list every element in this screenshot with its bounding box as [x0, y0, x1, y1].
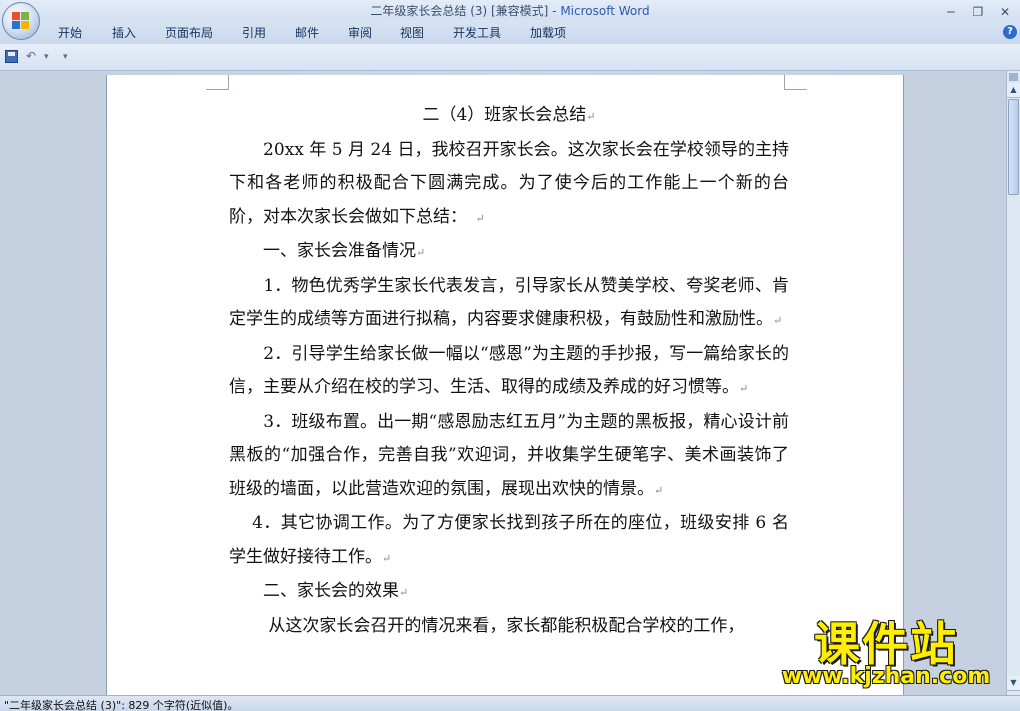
section-heading-effect: 二、家长会的效果↵ [229, 581, 409, 601]
document-title: 二年级家长会总结 (3) [兼容模式] - [370, 4, 561, 18]
undo-dropdown-icon[interactable]: ▾ [44, 52, 49, 62]
close-button[interactable]: ✕ [994, 4, 1016, 21]
document-heading: 二（4）班家长会总结↵ [422, 105, 596, 125]
document-page[interactable]: 二（4）班家长会总结↵ 20xx 年 5 月 24 日，我校召开家长会。这次家长… [106, 75, 904, 695]
ruler-toggle-icon[interactable] [1009, 73, 1018, 81]
document-body[interactable]: 二（4）班家长会总结↵ 20xx 年 5 月 24 日，我校召开家长会。这次家长… [229, 99, 789, 643]
paragraph-effect: 从这次家长会召开的情况来看，家长都能积极配合学校的工作， [229, 615, 745, 636]
ribbon-tab-bar: 开始 插入 页面布局 引用 邮件 审阅 视图 开发工具 加载项 ? [0, 20, 1020, 44]
undo-icon[interactable]: ↶ [26, 49, 36, 63]
customize-toolbar-icon[interactable]: ▾ [63, 52, 68, 62]
tab-home[interactable]: 开始 [58, 24, 82, 41]
paragraph-mark: ↵ [399, 586, 409, 599]
paragraph-item-2: 2．引导学生给家长做一幅以“感恩”为主题的手抄报，写一篇给家长的信，主要从介绍在… [229, 343, 789, 398]
watermark-logo: 课件站 www.kjzhan.com [768, 608, 1004, 690]
paragraph-mark: ↵ [416, 246, 426, 259]
watermark-url: www.kjzhan.com [781, 664, 991, 689]
paragraph-item-4: 4．其它协调工作。为了方便家长找到孩子所在的座位，班级安排 6 名学生做好接待工… [229, 513, 789, 567]
scroll-up-icon[interactable]: ▲ [1007, 83, 1020, 98]
crop-mark-top-right [784, 75, 807, 90]
tab-insert[interactable]: 插入 [112, 24, 136, 41]
tab-page-layout[interactable]: 页面布局 [165, 24, 213, 41]
title-bar: 二年级家长会总结 (3) [兼容模式] - Microsoft Word ─ ❐… [0, 0, 1020, 20]
word-window: 二年级家长会总结 (3) [兼容模式] - Microsoft Word ─ ❐… [0, 0, 1020, 711]
paragraph-intro: 20xx 年 5 月 24 日，我校召开家长会。这次家长会在学校领导的主持下和各… [229, 139, 789, 227]
tab-references[interactable]: 引用 [242, 24, 266, 41]
office-button[interactable] [2, 2, 40, 40]
paragraph-mark: ↵ [586, 110, 596, 123]
document-workspace: 二（4）班家长会总结↵ 20xx 年 5 月 24 日，我校召开家长会。这次家长… [0, 71, 1006, 695]
restore-button[interactable]: ❐ [967, 4, 989, 21]
paragraph-item-1: 1．物色优秀学生家长代表发言，引导家长从赞美学校、夸奖老师、肯定学生的成绩等方面… [229, 275, 789, 330]
save-icon[interactable] [5, 50, 18, 63]
section-heading-preparation: 一、家长会准备情况↵ [229, 241, 426, 261]
scroll-thumb[interactable] [1008, 99, 1019, 195]
app-name: Microsoft Word [560, 4, 650, 18]
help-icon[interactable]: ? [1003, 25, 1017, 39]
tab-review[interactable]: 审阅 [348, 24, 372, 41]
word-count-status[interactable]: "二年级家长会总结 (3)": 829 个字符(近似值)。 [4, 697, 238, 711]
paragraph-mark: ↵ [475, 211, 485, 225]
office-logo-icon [12, 12, 30, 30]
paragraph-mark: ↵ [382, 551, 392, 565]
quick-access-toolbar: ↶ ▾ ▾ [0, 44, 1020, 71]
tab-view[interactable]: 视图 [400, 24, 424, 41]
window-controls: ─ ❐ ✕ [940, 1, 1016, 19]
paragraph-item-3: 3．班级布置。出一期“感恩励志红五月”为主题的黑板报，精心设计前黑板的“加强合作… [229, 411, 789, 499]
tab-mailings[interactable]: 邮件 [295, 24, 319, 41]
status-bar: "二年级家长会总结 (3)": 829 个字符(近似值)。 [0, 695, 1020, 711]
paragraph-mark: ↵ [773, 314, 783, 327]
vertical-scrollbar[interactable]: ▲ ▼ [1006, 71, 1020, 695]
crop-mark-top-left [206, 75, 229, 90]
minimize-button[interactable]: ─ [940, 4, 962, 21]
paragraph-mark: ↵ [739, 382, 749, 395]
tab-add-ins[interactable]: 加载项 [530, 24, 566, 41]
tab-developer[interactable]: 开发工具 [453, 24, 501, 41]
paragraph-mark: ↵ [654, 483, 664, 497]
scroll-down-icon[interactable]: ▼ [1007, 676, 1020, 691]
window-title: 二年级家长会总结 (3) [兼容模式] - Microsoft Word [0, 2, 1020, 19]
